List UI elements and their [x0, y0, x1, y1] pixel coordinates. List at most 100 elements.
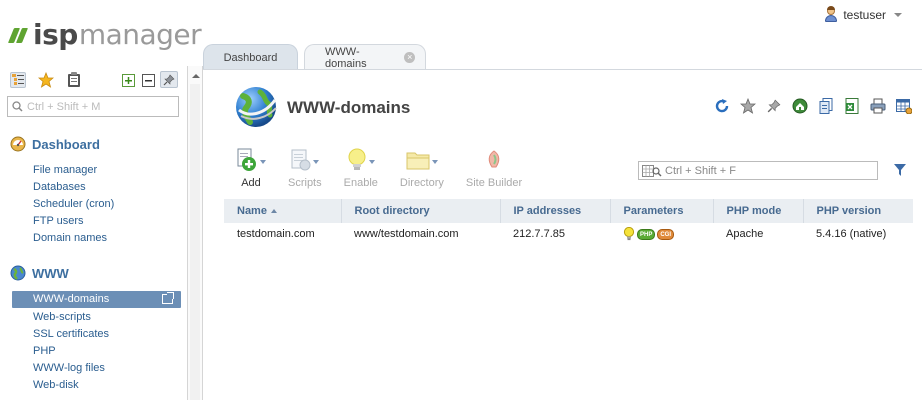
column-label: Name [237, 205, 267, 217]
expand-all-icon[interactable] [120, 72, 136, 88]
table-search-icon [642, 164, 662, 177]
sidebar-section-title: Dashboard [32, 136, 100, 152]
sidebar-item-ftp-users[interactable]: FTP users [33, 215, 84, 227]
column-header-php-version[interactable]: PHP version [803, 199, 913, 223]
sidebar-section-www[interactable]: WWW [10, 265, 69, 281]
domains-table: Name Root directory IP addresses Paramet… [224, 199, 913, 245]
sidebar-item-label: WWW-domains [33, 293, 110, 305]
toolbar-label: Directory [399, 177, 444, 189]
sidebar-item-ssl-certificates[interactable]: SSL certificates [33, 328, 109, 340]
add-document-icon [237, 148, 256, 171]
sidebar-item-php[interactable]: PHP [33, 345, 56, 357]
star-outline-icon[interactable] [739, 97, 756, 114]
scrollbar-thumb[interactable] [190, 84, 200, 400]
column-header-name[interactable]: Name [224, 199, 342, 223]
sidebar-item-scheduler[interactable]: Scheduler (cron) [33, 198, 114, 210]
site-builder-button[interactable]: Site Builder [455, 146, 533, 189]
lightbulb-icon [348, 148, 366, 170]
cgi-badge: CGI [657, 228, 675, 240]
sidebar-item-www-domains[interactable]: WWW-domains [12, 291, 181, 308]
globe-icon [10, 265, 26, 281]
cell-php-version: 5.4.16 (native) [816, 228, 887, 240]
chevron-down-icon [894, 12, 902, 17]
main-panel: WWW-domains Add Scripts Enable Directory… [203, 70, 922, 400]
toolbar-label: Enable [343, 177, 378, 189]
clipboard-icon[interactable] [66, 72, 82, 88]
ispmanager-logo[interactable]: isp manager [7, 17, 202, 51]
www-domains-globe-icon [236, 87, 277, 127]
dashboard-icon [10, 136, 26, 152]
copy-document-icon[interactable] [817, 97, 834, 114]
logo-text-manager: manager [78, 17, 202, 51]
sidebar-item-domain-names[interactable]: Domain names [33, 232, 107, 244]
table-header-row: Name Root directory IP addresses Paramet… [224, 199, 913, 223]
web-shortcut-icon[interactable] [791, 97, 808, 114]
sidebar-scrollbar[interactable] [187, 66, 203, 400]
page-title: WWW-domains [287, 98, 411, 117]
cell-ip-address: 212.7.7.85 [513, 228, 565, 240]
table-filter-input[interactable] [665, 164, 865, 177]
sidebar: Dashboard File manager Databases Schedul… [0, 66, 187, 400]
column-header-root-directory[interactable]: Root directory [341, 199, 501, 223]
scripts-button[interactable]: Scripts [277, 146, 333, 189]
column-header-php-mode[interactable]: PHP mode [713, 199, 804, 223]
pin-icon[interactable] [160, 71, 178, 88]
sidebar-section-dashboard[interactable]: Dashboard [10, 136, 100, 152]
site-builder-icon [488, 150, 500, 168]
collapse-all-icon[interactable] [140, 72, 156, 88]
table-filter[interactable] [638, 161, 878, 180]
refresh-icon[interactable] [713, 97, 730, 114]
sidebar-item-web-disk[interactable]: Web-disk [33, 379, 79, 391]
cell-name: testdomain.com [237, 228, 315, 240]
close-icon[interactable]: × [404, 52, 415, 63]
column-header-ip-addresses[interactable]: IP addresses [500, 199, 611, 223]
chevron-down-icon [431, 160, 438, 164]
logo-mark-icon [7, 28, 29, 44]
user-name: testuser [843, 7, 886, 22]
tab-www-domains[interactable]: WWW-domains × [304, 44, 426, 70]
table-settings-icon[interactable] [895, 97, 912, 114]
cell-php-mode: Apache [726, 228, 764, 240]
chevron-down-icon [312, 160, 319, 164]
sidebar-search[interactable] [7, 96, 179, 117]
user-menu[interactable]: testuser [824, 6, 902, 22]
action-toolbar: Add Scripts Enable Directory Site Builde… [225, 146, 533, 189]
sort-ascending-icon [270, 209, 277, 213]
search-icon [12, 101, 23, 112]
sidebar-search-input[interactable] [27, 100, 167, 113]
enable-button[interactable]: Enable [333, 146, 389, 189]
print-icon[interactable] [869, 97, 886, 114]
sidebar-item-www-log-files[interactable]: WWW-log files [33, 362, 105, 374]
column-header-parameters[interactable]: Parameters [610, 199, 714, 223]
tab-bar: Dashboard WWW-domains × [203, 44, 426, 70]
tab-dashboard[interactable]: Dashboard [203, 44, 298, 70]
open-in-new-tab-icon[interactable] [162, 292, 174, 304]
star-icon[interactable] [38, 72, 54, 88]
sidebar-item-web-scripts[interactable]: Web-scripts [33, 311, 91, 323]
directory-button[interactable]: Directory [389, 146, 455, 189]
toolbar-label: Site Builder [465, 177, 523, 189]
chevron-down-icon [260, 160, 266, 164]
filter-icon[interactable] [893, 163, 907, 180]
user-avatar-icon [824, 6, 838, 22]
add-button[interactable]: Add [225, 146, 277, 189]
sidebar-section-title: WWW [32, 265, 69, 281]
sidebar-item-databases[interactable]: Databases [33, 181, 86, 193]
scripts-icon [291, 149, 311, 171]
cell-root-directory: www/testdomain.com [354, 228, 459, 240]
scroll-up-icon[interactable] [192, 74, 200, 78]
folder-icon [406, 152, 430, 170]
page-actions [713, 97, 912, 114]
toolbar-label: Add [241, 177, 261, 189]
sidebar-item-file-manager[interactable]: File manager [33, 164, 97, 176]
excel-export-icon[interactable] [843, 97, 860, 114]
cell-parameters: PHP CGI [610, 223, 713, 245]
lightbulb-icon [623, 227, 635, 241]
logo-text-isp: isp [33, 17, 78, 51]
chevron-down-icon [368, 160, 375, 164]
tree-view-icon[interactable] [10, 72, 26, 88]
table-row[interactable]: testdomain.com www/testdomain.com 212.7.… [224, 223, 913, 245]
tab-label: WWW-domains [325, 45, 367, 70]
pin-icon[interactable] [765, 97, 782, 114]
sidebar-toolbar [10, 70, 180, 90]
